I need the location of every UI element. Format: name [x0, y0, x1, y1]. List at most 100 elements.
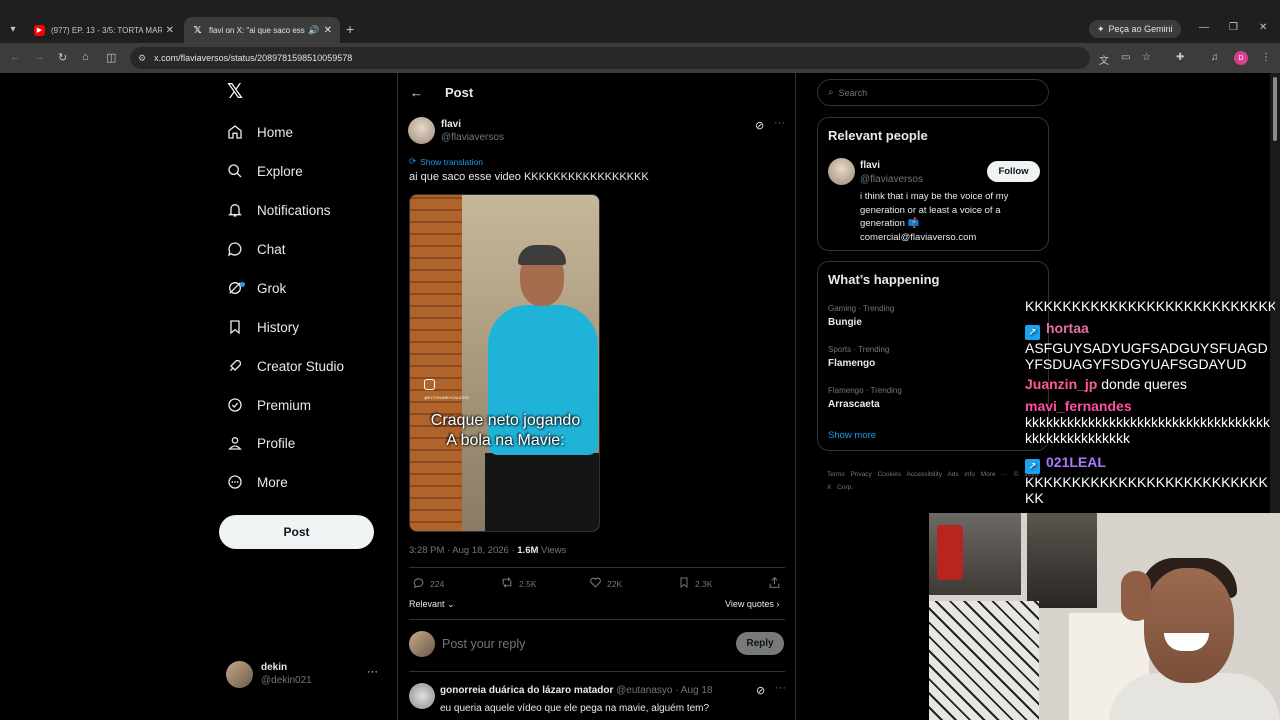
card-title: What’s happening — [828, 272, 940, 287]
heart-icon — [589, 576, 602, 592]
share-action[interactable] — [768, 576, 786, 592]
like-action[interactable]: 22K — [589, 576, 622, 592]
avatar — [409, 631, 435, 657]
bookmark-action[interactable]: 2.3K — [678, 576, 713, 592]
home-icon[interactable]: ⌂ — [82, 51, 89, 63]
scrollbar-thumb[interactable] — [1273, 77, 1277, 141]
account-name: dekin — [261, 662, 288, 673]
bio-email[interactable]: comercial@flaviaverso.com — [860, 231, 1040, 245]
post-button[interactable]: Post — [219, 515, 374, 549]
nav-label: Grok — [257, 280, 287, 296]
account-switcher[interactable]: dekin @dekin021 ··· — [226, 659, 386, 689]
author-name[interactable]: flavi — [441, 119, 461, 130]
reply-button[interactable]: Reply — [736, 632, 784, 655]
bio-line: i think that i may be the voice of my ge… — [860, 191, 1009, 229]
avatar[interactable] — [828, 158, 855, 185]
reload-icon[interactable]: ↻ — [58, 51, 67, 64]
extensions-icon[interactable]: ✚ — [1176, 52, 1184, 63]
address-bar[interactable]: ⚙ x.com/flaviaversos/status/208978159851… — [130, 47, 1090, 69]
forward-arrow-icon[interactable]: → — [34, 51, 45, 63]
home-icon — [220, 122, 250, 142]
show-more-link[interactable]: Show more — [828, 430, 876, 441]
more-dots-icon[interactable]: ··· — [367, 666, 378, 678]
nav-label: Explore — [257, 163, 303, 179]
close-icon[interactable]: ✕ — [166, 25, 174, 36]
views-label: Views — [538, 545, 567, 556]
kebab-menu-icon[interactable]: ⋮ — [1261, 52, 1271, 63]
side-panel-icon[interactable]: ◫ — [106, 51, 116, 64]
back-arrow-icon[interactable]: ← — [10, 51, 21, 63]
main-column: ← Post flavi @flaviaversos ⊘ ··· ⟳ Show … — [397, 73, 796, 720]
tab-search-button[interactable]: ▾ — [4, 20, 22, 38]
sort-replies-dropdown[interactable]: Relevant ⌄ — [409, 599, 455, 610]
person-name[interactable]: flavi — [860, 160, 880, 171]
post-time[interactable]: 3:28 PM · Aug 18, 2026 · — [409, 545, 517, 556]
bookmark-icon — [678, 576, 690, 592]
repost-count: 2.5K — [519, 579, 537, 589]
grok-explain-icon[interactable]: ⊘ — [756, 684, 765, 697]
translate-icon[interactable]: 文 — [1099, 52, 1109, 67]
bookmark-icon — [220, 317, 250, 337]
restore-icon[interactable]: ❐ — [1229, 22, 1238, 33]
chat-message: ↗ hortaa ASFGUYSADYUGFSADGUYSFUAGDYFSDUAG… — [1025, 320, 1275, 372]
chat-user: mavi_fernandes — [1025, 398, 1132, 414]
bookmark-star-icon[interactable]: ☆ — [1142, 52, 1151, 63]
nav-history[interactable]: History — [220, 313, 299, 341]
post-video[interactable]: @ELTONJNEYGAUCHO Craque neto jogando A b… — [409, 194, 600, 532]
nav-creator-studio[interactable]: Creator Studio — [220, 352, 344, 380]
close-icon[interactable]: ✕ — [324, 25, 332, 36]
media-control-icon[interactable]: ♫ — [1211, 52, 1219, 63]
back-arrow-icon[interactable]: ← — [410, 85, 423, 100]
nav-home[interactable]: Home — [220, 118, 293, 146]
grok-explain-icon[interactable]: ⊘ — [755, 119, 764, 132]
cast-icon[interactable]: ▭ — [1121, 52, 1130, 63]
author-handle[interactable]: @flaviaversos — [441, 132, 504, 143]
tab-x-post[interactable]: 𝕏 flavi on X: "ai que saco esse 🔊 ✕ — [184, 17, 340, 43]
nav-explore[interactable]: Explore — [220, 157, 303, 185]
rocket-icon — [220, 356, 250, 376]
more-dots-icon[interactable]: ··· — [774, 117, 785, 129]
avatar[interactable] — [409, 683, 435, 709]
trend-item[interactable]: Flamengo · Trending Arrascaeta — [828, 386, 902, 410]
video-bg-wall — [410, 195, 462, 531]
chat-message: Juanzin_jp donde queres — [1025, 376, 1275, 392]
url-text: x.com/flaviaversos/status/20897815985100… — [154, 53, 353, 63]
x-logo-icon[interactable]: 𝕏 — [227, 82, 245, 102]
nav-chat[interactable]: Chat — [220, 235, 286, 263]
site-info-icon[interactable]: ⚙ — [138, 53, 146, 64]
follow-button[interactable]: Follow — [987, 161, 1040, 182]
minimize-icon[interactable]: — — [1199, 22, 1209, 33]
trend-item[interactable]: Gaming · Trending Bungie — [828, 304, 894, 328]
new-tab-button[interactable]: + — [346, 21, 354, 37]
view-quotes-link[interactable]: View quotes › — [725, 599, 779, 609]
reply-input[interactable]: Post your reply — [442, 637, 525, 651]
close-window-icon[interactable]: ✕ — [1259, 22, 1267, 33]
reply-icon — [412, 576, 425, 592]
video-watermark: @ELTONJNEYGAUCHO — [424, 395, 469, 400]
nav-label: Creator Studio — [257, 358, 345, 374]
reply-author-handle[interactable]: @eutanasyo — [616, 685, 672, 696]
reply-post[interactable]: gonorreia duárica do lázaro matador @eut… — [409, 681, 786, 720]
footer-links[interactable]: Terms Privacy Cookies Accessibility Ads … — [827, 468, 1042, 494]
repost-action[interactable]: 2.5K — [500, 576, 537, 592]
reply-action[interactable]: 224 — [412, 576, 444, 592]
gemini-label: Peça ao Gemini — [1108, 24, 1173, 34]
show-translation-link[interactable]: ⟳ Show translation — [409, 156, 483, 167]
tab-youtube[interactable]: ▶ (977) EP. 13 - 3/5: TORTA MART ✕ — [26, 17, 182, 43]
search-input[interactable]: ⌕ Search — [817, 79, 1049, 106]
left-navigation: 𝕏 Home Explore Notifications Chat Grok H… — [219, 73, 390, 720]
gemini-button[interactable]: ✦ Peça ao Gemini — [1089, 20, 1181, 38]
nav-premium[interactable]: Premium — [220, 391, 311, 419]
nav-notifications[interactable]: Notifications — [220, 196, 331, 224]
grok-icon — [220, 278, 250, 298]
person-handle[interactable]: @flaviaversos — [860, 174, 923, 185]
nav-more[interactable]: More — [220, 468, 288, 496]
more-dots-icon[interactable]: ··· — [775, 682, 786, 694]
trend-item[interactable]: Sports · Trending Flamengo — [828, 345, 889, 369]
speaker-icon[interactable]: 🔊 — [308, 25, 319, 36]
nav-profile[interactable]: Profile — [220, 429, 295, 457]
profile-avatar[interactable]: D — [1234, 51, 1248, 65]
avatar[interactable] — [408, 117, 435, 144]
nav-grok[interactable]: Grok — [220, 274, 286, 302]
reply-author-name[interactable]: gonorreia duárica do lázaro matador — [440, 685, 613, 696]
